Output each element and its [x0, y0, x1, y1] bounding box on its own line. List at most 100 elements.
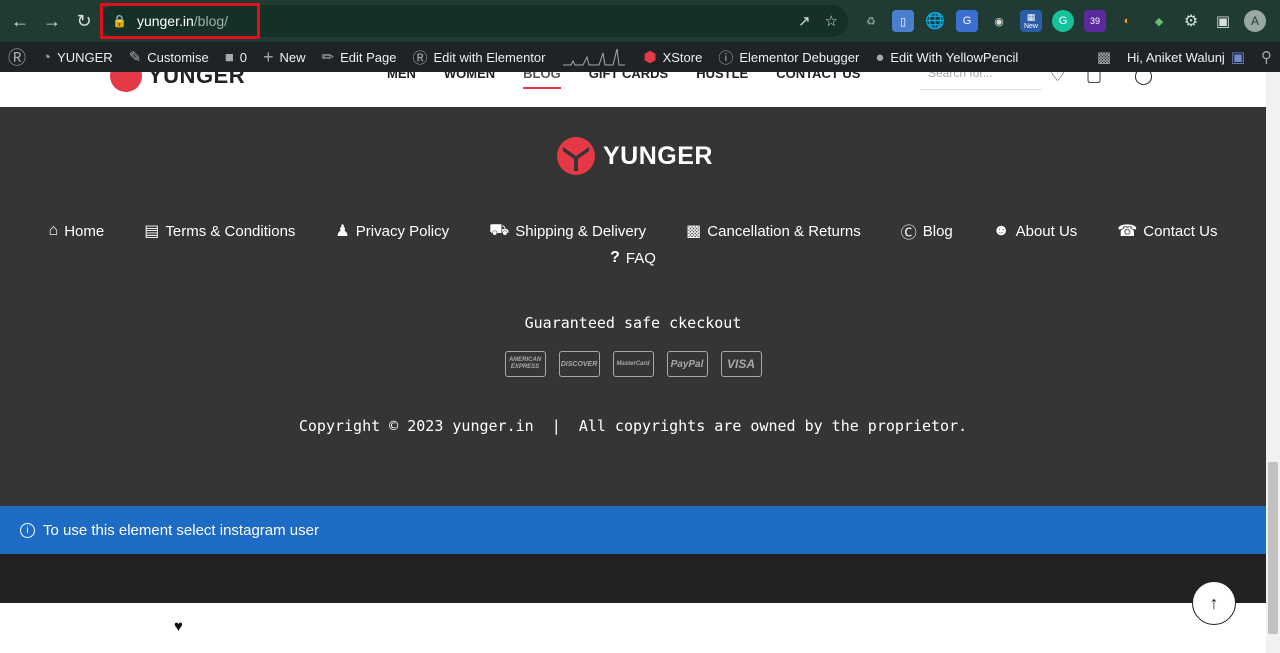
truck-icon: ⛟ — [489, 222, 510, 239]
globe-extension-icon[interactable]: 🌐 — [924, 10, 946, 32]
browser-toolbar: ← → ↻ 🔒 yunger.in/blog/ ↗ ☆ ♻ ▯ 🌐 G ◉ ▦ N… — [0, 0, 1280, 42]
heart-icon: ♥ — [174, 618, 183, 635]
admin-elementor-debugger[interactable]: ⓘ Elementor Debugger — [710, 42, 867, 72]
colorpicker-extension-icon[interactable]: ◆ — [1148, 10, 1170, 32]
puzzle-extension-icon[interactable]: ⚙ — [1180, 10, 1202, 32]
yunger-logo-icon — [110, 72, 142, 92]
footer-logo[interactable]: YUNGER — [557, 137, 713, 175]
site-footer: YUNGER ⌂ Home ▤ Terms & Conditions ♟ Privac… — [0, 107, 1266, 506]
reload-icon[interactable]: ↻ — [72, 9, 96, 33]
footer-link-contact[interactable]: ☎ Contact Us — [1117, 219, 1217, 243]
notes-icon: ▩ — [1096, 49, 1112, 66]
menu-item-hustle[interactable]: HUSTLE — [696, 72, 748, 89]
camera-extension-icon[interactable]: ◉ — [988, 10, 1010, 32]
admin-new[interactable]: + New — [255, 42, 314, 72]
wordpress-icon: Ⓡ — [8, 48, 26, 68]
menu-item-gift-cards[interactable]: GIFT CARDS — [589, 72, 668, 89]
pencil-icon: ✏ — [321, 49, 335, 66]
clipboard-icon: ▤ — [144, 223, 160, 240]
admin-search[interactable]: ⚲ — [1253, 42, 1280, 72]
dashboard-icon: ◔ — [42, 48, 52, 66]
blog-icon: Ⓒ — [900, 225, 917, 242]
footer-link-faq[interactable]: ? FAQ — [610, 249, 656, 267]
footer-link-terms[interactable]: ▤ Terms & Conditions — [144, 219, 295, 243]
scrollbar-thumb[interactable] — [1268, 462, 1278, 634]
page-scrollbar[interactable] — [1266, 72, 1280, 653]
comment-icon: ■ — [224, 48, 234, 66]
cart-icon[interactable]: ▢ — [1086, 72, 1106, 86]
yunger-logo-icon — [557, 137, 595, 175]
visa-card-icon: VISA — [720, 351, 762, 377]
share-icon[interactable]: ↗ — [798, 12, 811, 30]
footer-link-blog[interactable]: Ⓒ Blog — [901, 219, 953, 243]
info-circle-icon: i — [20, 522, 35, 538]
sidebar-panel-icon[interactable]: ▣ — [1212, 10, 1234, 32]
scroll-to-top-button[interactable]: ↑ — [1192, 581, 1236, 625]
admin-comments[interactable]: ■ 0 — [217, 42, 255, 72]
stats-sparkline — [563, 48, 626, 66]
address-bar[interactable]: 🔒 yunger.in/blog/ ↗ ☆ — [100, 3, 848, 39]
user-avatar-icon: ▣ — [1230, 49, 1245, 66]
bookmark-star-icon[interactable]: ☆ — [825, 12, 838, 30]
gift-icon: ▩ — [686, 223, 702, 240]
menu-item-contact-us[interactable]: CONTACT US — [776, 72, 860, 89]
amex-card-icon: AMERICAN EXPRESS — [504, 351, 546, 377]
footer-link-about[interactable]: ☻ About Us — [993, 219, 1078, 243]
counter-extension-icon[interactable]: 39 — [1084, 10, 1106, 32]
footer-link-cancellation[interactable]: ▩ Cancellation & Returns — [686, 219, 861, 243]
home-icon: ⌂ — [48, 222, 59, 239]
account-user-icon[interactable]: ◯ — [1134, 72, 1154, 86]
question-icon: ? — [610, 249, 620, 266]
footer-links-row2: ? FAQ — [0, 249, 1266, 267]
brush-icon: ✎ — [128, 49, 142, 66]
info-icon: ⓘ — [718, 49, 734, 67]
headset-icon: ☎ — [1117, 223, 1138, 240]
yellowpencil-icon: ● — [875, 48, 885, 66]
admin-notes[interactable]: ▩ — [1089, 42, 1119, 72]
user-lock-icon: ♟ — [335, 223, 350, 240]
menu-item-women[interactable]: WOMEN — [444, 72, 495, 89]
admin-account[interactable]: Hi, Aniket Walunj ▣ — [1119, 42, 1253, 72]
admin-customise[interactable]: ✎ Customise — [121, 42, 217, 72]
translate-extension-icon[interactable]: G — [956, 10, 978, 32]
plus-icon: + — [262, 46, 274, 67]
forward-arrow-icon[interactable]: → — [40, 9, 64, 33]
docs-extension-icon[interactable]: ▯ — [892, 10, 914, 32]
recycle-extension-icon[interactable]: ♻ — [860, 10, 882, 32]
moon-extension-icon[interactable]: ◐ — [1116, 10, 1138, 32]
instagram-notice: i To use this element select instagram u… — [0, 506, 1266, 554]
elementor-icon: Ⓡ — [412, 49, 428, 67]
footer-link-privacy[interactable]: ♟ Privacy Policy — [335, 219, 449, 243]
url-highlight-box — [100, 3, 260, 39]
users-icon: ☻ — [992, 222, 1010, 239]
menu-item-blog[interactable]: BLOG — [523, 72, 561, 89]
admin-xstore[interactable]: ⬢ XStore — [635, 42, 710, 72]
admin-edit-page[interactable]: ✏ Edit Page — [314, 42, 405, 72]
main-menu: MEN WOMEN BLOG GIFT CARDS HUSTLE CONTACT… — [387, 72, 860, 89]
profile-avatar[interactable]: A — [1244, 10, 1266, 32]
page-bottom — [0, 603, 1266, 653]
footer-links: ⌂ Home ▤ Terms & Conditions ♟ Privacy Polic… — [0, 219, 1266, 243]
admin-edit-elementor[interactable]: Ⓡ Edit with Elementor — [404, 42, 553, 72]
payment-cards: AMERICAN EXPRESS DISCOVER MasterCard Pay… — [0, 351, 1266, 377]
new-extension-icon[interactable]: ▦ New — [1020, 10, 1042, 32]
browser-menu-icon[interactable]: ⋮ — [1276, 10, 1280, 32]
header-logo[interactable]: YUNGER — [110, 72, 245, 92]
admin-site-name[interactable]: ◔ YUNGER — [34, 42, 121, 72]
wishlist-heart-icon[interactable]: ♡ — [1050, 72, 1070, 86]
grammarly-extension-icon[interactable]: G — [1052, 10, 1074, 32]
copyright-text: Copyright © 2023 yunger.in | All copyrig… — [298, 417, 968, 435]
arrow-up-icon: ↑ — [1209, 592, 1219, 613]
footer-link-shipping[interactable]: ⛟ Shipping & Delivery — [489, 219, 646, 243]
header-search-input[interactable]: Search for... — [920, 72, 1042, 90]
paypal-card-icon: PayPal — [666, 351, 708, 377]
footer-link-home[interactable]: ⌂ Home — [49, 219, 105, 243]
back-arrow-icon[interactable]: ← — [8, 9, 32, 33]
admin-yellowpencil[interactable]: ● Edit With YellowPencil — [867, 42, 1026, 72]
menu-item-men[interactable]: MEN — [387, 72, 416, 89]
wp-logo-item[interactable]: Ⓡ — [0, 42, 34, 72]
discover-card-icon: DISCOVER — [558, 351, 600, 377]
safe-checkout-text: Guaranteed safe ckeckout — [524, 314, 742, 332]
dark-footer-band — [0, 554, 1266, 603]
extensions-bar: ♻ ▯ 🌐 G ◉ ▦New G 39 ◐ ◆ ⚙ ▣ A ⋮ — [860, 0, 1280, 42]
